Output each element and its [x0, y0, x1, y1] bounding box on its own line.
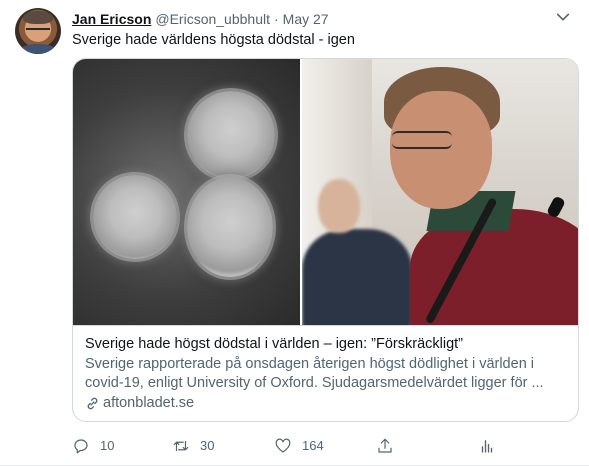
- avatar-hair: [23, 11, 53, 24]
- retweet-button[interactable]: 30: [172, 436, 214, 456]
- retweet-count: 30: [200, 438, 215, 453]
- like-count: 164: [302, 438, 324, 453]
- retweet-icon: [173, 440, 189, 452]
- card-domain-text: aftonbladet.se: [103, 395, 195, 411]
- share-icon: [378, 438, 392, 453]
- card-description: Sverige rapporterade på onsdagen återige…: [85, 355, 568, 393]
- analytics-icon: [481, 440, 493, 453]
- virus-particle: [181, 171, 279, 283]
- chevron-down-icon[interactable]: [553, 8, 573, 28]
- avatar[interactable]: [15, 8, 61, 54]
- virus-particle: [181, 85, 281, 185]
- share-button[interactable]: [376, 436, 404, 456]
- tweet[interactable]: Jan Ericson @Ericson_ubbhult · May 27 Sveri…: [0, 0, 589, 466]
- header-separator: ·: [274, 11, 279, 27]
- card-title[interactable]: Sverige hade högst dödstal i världen – i…: [85, 335, 568, 354]
- virus-particle: [87, 169, 183, 265]
- tweet-text: Sverige hade världens högsta dödstal - i…: [72, 32, 355, 48]
- link-icon: [87, 397, 98, 410]
- avatar-shirt: [19, 44, 57, 54]
- analytics-button[interactable]: [478, 436, 506, 456]
- card-media[interactable]: [73, 59, 578, 325]
- reply-icon: [74, 439, 88, 454]
- card-description-line: covid-19, enligt University of Oxford. S…: [85, 375, 544, 391]
- reply-button[interactable]: 10: [72, 436, 114, 456]
- person-photo: [302, 59, 578, 325]
- heart-icon: [275, 438, 291, 453]
- link-card[interactable]: Sverige hade högst dödstal i världen – i…: [72, 58, 579, 422]
- card-description-line: Sverige rapporterade på onsdagen återige…: [85, 356, 535, 372]
- tweet-date[interactable]: May 27: [283, 11, 329, 27]
- reply-count: 10: [100, 438, 115, 453]
- like-button[interactable]: 164: [274, 436, 324, 456]
- author-handle[interactable]: @Ericson_ubbhult: [155, 11, 270, 27]
- card-domain[interactable]: aftonbladet.se: [85, 394, 568, 413]
- tweet-actions: 10 30 164: [72, 436, 512, 456]
- avatar-glasses: [26, 28, 50, 36]
- card-body[interactable]: Sverige hade högst dödstal i världen – i…: [73, 325, 578, 421]
- tweet-header: Jan Ericson @Ericson_ubbhult · May 27: [72, 10, 579, 28]
- coronavirus-image: [73, 59, 300, 325]
- author-name[interactable]: Jan Ericson: [72, 11, 151, 27]
